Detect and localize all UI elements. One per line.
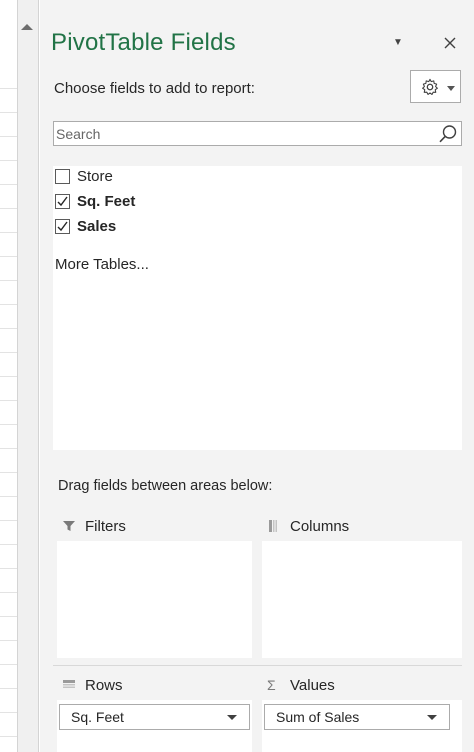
field-list: Store Sq. Feet Sales More Tables... xyxy=(53,166,462,450)
rows-icon xyxy=(63,680,75,688)
checkmark-icon xyxy=(57,221,68,232)
pane-title: PivotTable Fields xyxy=(51,29,236,56)
close-pane-button[interactable] xyxy=(439,32,461,54)
search-field-box[interactable] xyxy=(53,121,462,146)
area-divider xyxy=(53,665,462,666)
field-checkbox-sq-feet[interactable] xyxy=(55,194,70,209)
field-label: Sales xyxy=(77,218,117,235)
chevron-down-icon xyxy=(447,86,455,91)
rows-field-label: Sq. Feet xyxy=(71,709,124,725)
funnel-icon xyxy=(63,521,75,531)
more-tables-link[interactable]: More Tables... xyxy=(55,256,149,273)
field-label: Store xyxy=(77,168,113,185)
rows-area[interactable]: Rows Sq. Feet xyxy=(57,675,252,752)
close-icon xyxy=(444,37,456,49)
scroll-up-arrow-icon[interactable] xyxy=(21,24,33,30)
chevron-down-icon xyxy=(427,715,437,720)
chevron-down-icon xyxy=(227,715,237,720)
values-area-header: Σ Values xyxy=(262,675,462,699)
search-icon[interactable] xyxy=(438,124,458,144)
checkmark-icon xyxy=(57,196,68,207)
filters-area[interactable]: Filters xyxy=(57,516,252,661)
field-checkbox-store[interactable] xyxy=(55,169,70,184)
values-area[interactable]: Σ Values Sum of Sales xyxy=(262,675,462,752)
field-checkbox-sales[interactable] xyxy=(55,219,70,234)
search-input[interactable] xyxy=(54,122,436,145)
filters-area-header: Filters xyxy=(57,516,252,540)
columns-area-title: Columns xyxy=(290,518,350,535)
filters-area-title: Filters xyxy=(85,518,126,535)
sheet-grid-strip[interactable] xyxy=(0,0,17,752)
field-label: Sq. Feet xyxy=(77,193,136,210)
choose-fields-label: Choose fields to add to report: xyxy=(54,80,255,97)
sigma-icon: Σ xyxy=(267,677,276,693)
rows-area-title: Rows xyxy=(85,677,123,694)
filters-drop-zone[interactable] xyxy=(57,541,252,658)
values-area-title: Values xyxy=(290,677,335,694)
chevron-down-icon: ▼ xyxy=(393,37,403,48)
gear-icon xyxy=(422,78,438,96)
drag-fields-label: Drag fields between areas below: xyxy=(58,478,273,494)
pivottable-fields-pane: PivotTable Fields ▼ Choose fields to add… xyxy=(40,0,474,752)
rows-field-dropdown[interactable]: Sq. Feet xyxy=(59,704,250,730)
columns-drop-zone[interactable] xyxy=(262,541,462,658)
columns-area[interactable]: Columns xyxy=(262,516,462,661)
values-field-dropdown[interactable]: Sum of Sales xyxy=(264,704,450,730)
tools-settings-button[interactable] xyxy=(410,70,461,103)
columns-icon xyxy=(269,520,277,532)
vertical-scrollbar[interactable] xyxy=(17,0,39,752)
pane-options-button[interactable]: ▼ xyxy=(388,34,408,52)
rows-area-header: Rows xyxy=(57,675,252,699)
columns-area-header: Columns xyxy=(262,516,462,540)
values-field-label: Sum of Sales xyxy=(276,709,360,725)
